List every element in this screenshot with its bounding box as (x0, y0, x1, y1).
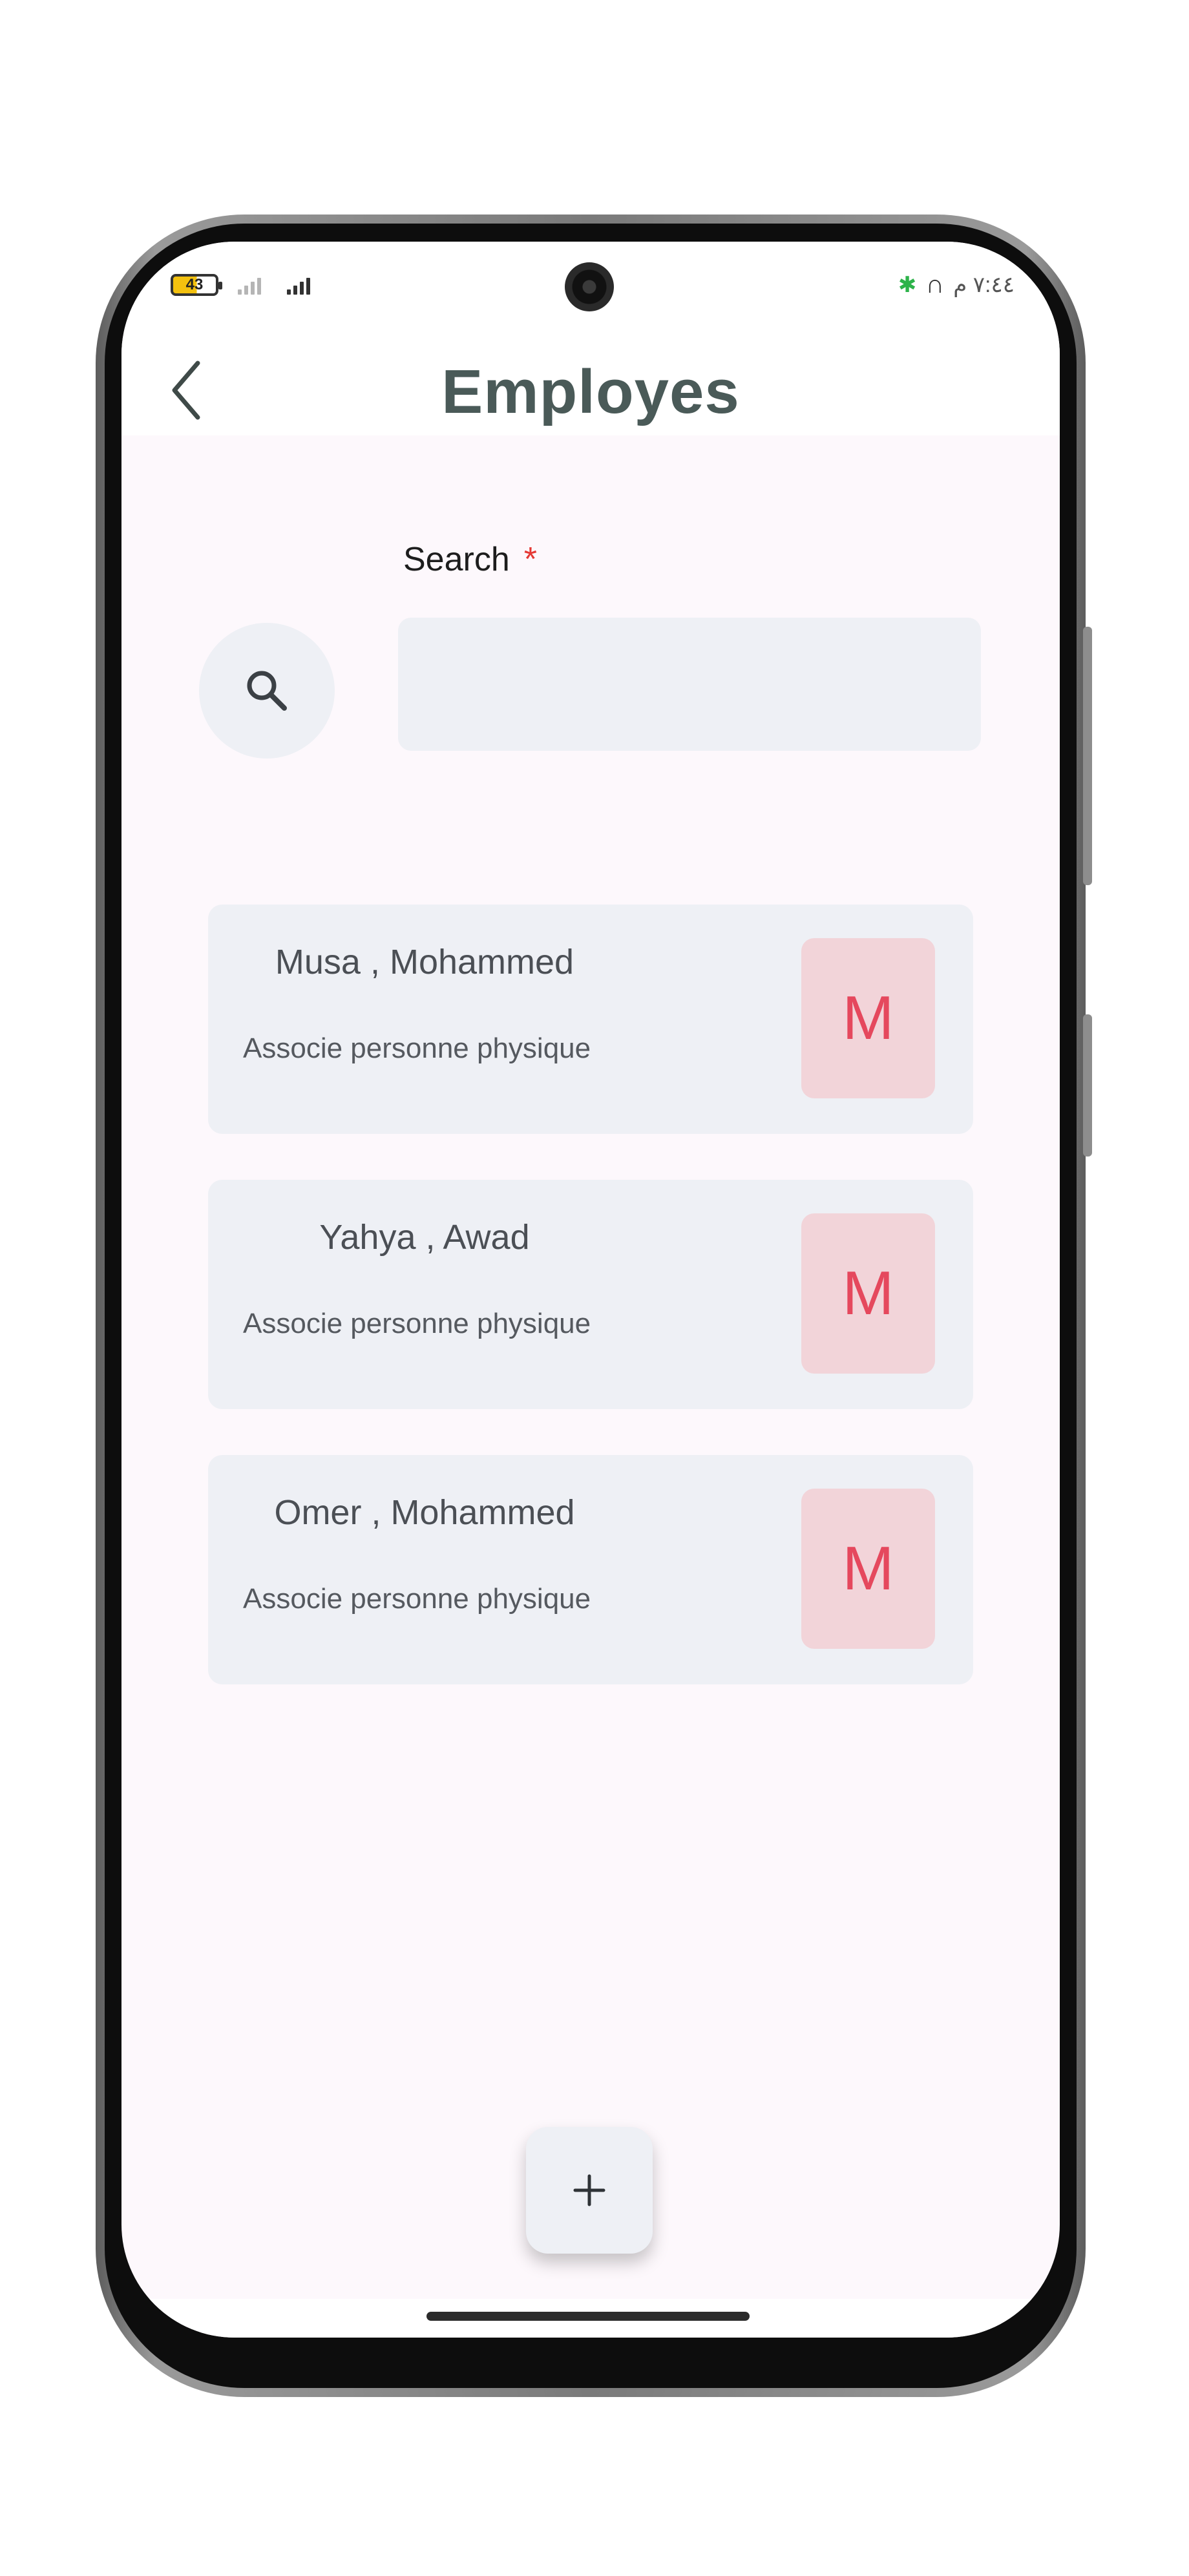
search-icon (247, 671, 287, 711)
page-title: Employes (441, 357, 740, 426)
search-label: Search * (403, 540, 537, 579)
employee-name: Yahya , Awad (319, 1218, 530, 1257)
employee-card[interactable]: Musa , Mohammed Associe personne physiqu… (208, 905, 973, 1134)
signal-icon-sim2 (287, 275, 310, 295)
puzzle-icon: ✱ (898, 272, 917, 297)
front-camera (565, 262, 614, 311)
app-bar: Employes (121, 332, 1060, 435)
status-right-group: ✱ ∩ ٧:٤٤ م (898, 270, 1015, 299)
search-label-text: Search (403, 541, 510, 578)
battery-icon: 43 (171, 274, 222, 296)
volume-button (1083, 627, 1092, 885)
headphones-icon: ∩ (925, 270, 945, 298)
home-indicator[interactable] (426, 2312, 750, 2321)
avatar: M (801, 1213, 935, 1374)
required-marker: * (523, 541, 538, 578)
battery-level: 43 (185, 276, 204, 293)
employee-role: Associe personne physique (243, 1308, 591, 1339)
employee-card[interactable]: Omer , Mohammed Associe personne physiqu… (208, 1455, 973, 1684)
status-time: ٧:٤٤ م (953, 272, 1015, 297)
search-input[interactable] (398, 618, 981, 751)
app-screen: 43 ✱ ∩ ٧:٤٤ م Employes Search * Musa , M… (121, 242, 1060, 2338)
signal-icon-sim1 (238, 275, 261, 295)
status-bar: 43 ✱ ∩ ٧:٤٤ م (121, 242, 1060, 332)
employee-role: Associe personne physique (243, 1583, 591, 1615)
employee-card[interactable]: Yahya , Awad Associe personne physique M (208, 1180, 973, 1409)
employee-name: Omer , Mohammed (274, 1493, 575, 1532)
employee-role: Associe personne physique (243, 1032, 591, 1064)
search-button[interactable] (199, 623, 335, 759)
plus-icon (573, 2174, 605, 2206)
avatar: M (801, 938, 935, 1098)
power-button (1083, 1014, 1092, 1157)
add-employee-button[interactable]: + (526, 2127, 653, 2254)
avatar: M (801, 1489, 935, 1649)
employee-name: Musa , Mohammed (275, 943, 574, 981)
